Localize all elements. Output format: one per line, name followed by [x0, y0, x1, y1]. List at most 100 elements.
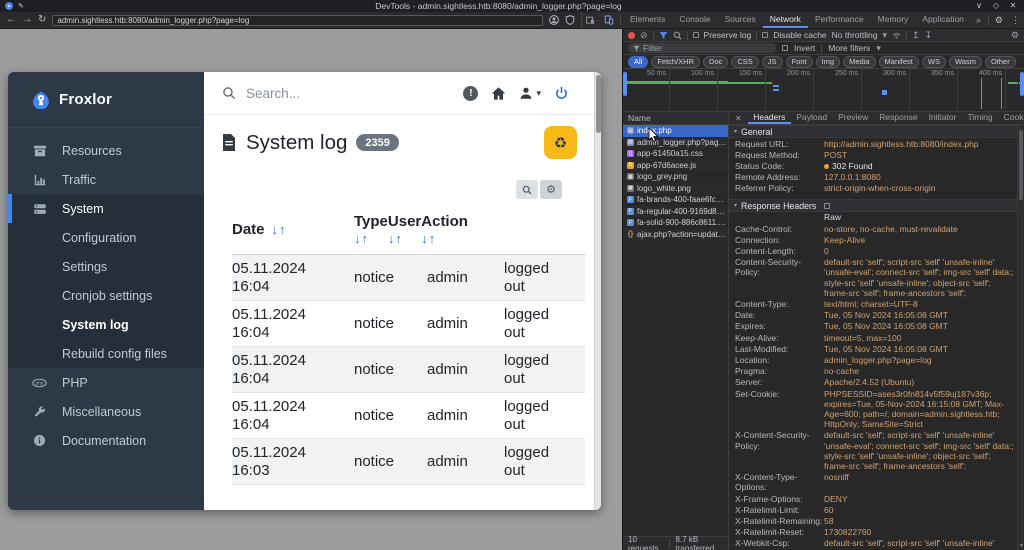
- sidebar-item-configuration[interactable]: Configuration: [8, 223, 204, 252]
- raw-headers-checkbox[interactable]: [824, 203, 830, 210]
- chip-fetch-xhr[interactable]: Fetch/XHR: [651, 55, 701, 68]
- filter-input[interactable]: Filter: [628, 43, 776, 53]
- network-conditions-icon[interactable]: [892, 31, 901, 40]
- minimize-button[interactable]: ∨: [973, 2, 985, 10]
- request-row[interactable]: ▦ logo_grey.png: [623, 171, 728, 183]
- filter-icon[interactable]: [659, 31, 668, 40]
- record-icon[interactable]: [628, 31, 635, 39]
- network-search-icon[interactable]: [673, 31, 682, 40]
- page-scrollbar[interactable]: [594, 72, 601, 510]
- chip-doc[interactable]: Doc: [703, 55, 729, 68]
- sidebar-item-resources[interactable]: Resources: [8, 136, 204, 165]
- chip-media[interactable]: Media: [843, 55, 876, 68]
- sidebar-item-system[interactable]: System: [8, 194, 204, 223]
- details-tab-response[interactable]: Response: [874, 112, 923, 124]
- close-details-icon[interactable]: ✕: [729, 112, 748, 124]
- request-row[interactable]: Ffa-brands-400-faae6fc0.woff2: [623, 194, 728, 206]
- chip-ws[interactable]: WS: [921, 55, 946, 68]
- request-row[interactable]: {} app-61450a15.css: [623, 148, 728, 160]
- sidebar-item-cronjob-settings[interactable]: Cronjob settings: [8, 281, 204, 310]
- more-filters-button[interactable]: More filters: [828, 43, 870, 53]
- scroll-down-arrow-icon[interactable]: ▼: [1018, 543, 1024, 549]
- throttling-select[interactable]: No throttling: [832, 30, 878, 40]
- devtools-tab-elements[interactable]: Elements: [623, 12, 672, 28]
- devtools-tab-application[interactable]: Application: [915, 12, 971, 28]
- devtools-menu-icon[interactable]: ⋮: [1007, 12, 1024, 28]
- details-tab-preview[interactable]: Preview: [833, 112, 874, 124]
- sort-arrows[interactable]: ↓↑: [354, 231, 388, 246]
- url-bar[interactable]: admin.sightless.htb:8080/admin_logger.ph…: [52, 14, 543, 26]
- request-row[interactable]: Ffa-solid-900-886c8611.woff2: [623, 217, 728, 229]
- user-menu[interactable]: ▾: [519, 86, 541, 100]
- request-row[interactable]: {}ajax.php?action=updatechec...: [623, 228, 728, 240]
- chip-font[interactable]: Font: [785, 55, 813, 68]
- import-har-icon[interactable]: ↥: [912, 30, 920, 40]
- sidebar-item-traffic[interactable]: Traffic: [8, 165, 204, 194]
- network-overview[interactable]: 50 ms 100 ms 150 ms 200 ms 250 ms 300 ms 350 m…: [623, 69, 1024, 112]
- more-tabs-icon[interactable]: »: [971, 12, 986, 28]
- details-scrollbar[interactable]: ▼: [1017, 125, 1024, 550]
- general-section-header[interactable]: ▾ General: [729, 125, 1017, 138]
- sidebar-item-rebuild-config-files[interactable]: Rebuild config files: [8, 339, 204, 368]
- sidebar-item-php[interactable]: php PHP: [8, 368, 204, 397]
- chip-all[interactable]: All: [628, 55, 649, 68]
- table-settings-button[interactable]: ⚙: [540, 180, 562, 199]
- request-row[interactable]: ▦ logo_white.png: [623, 182, 728, 194]
- maximize-button[interactable]: ◇: [990, 2, 1002, 10]
- details-tab-timing[interactable]: Timing: [962, 112, 998, 124]
- sort-arrows[interactable]: ↓↑: [388, 231, 421, 246]
- sidebar-item-miscellaneous[interactable]: Miscellaneous: [8, 397, 204, 426]
- devtools-tab-performance[interactable]: Performance: [808, 12, 871, 28]
- details-tab-payload[interactable]: Payload: [791, 112, 833, 124]
- details-tab-initiator[interactable]: Initiator: [923, 112, 962, 124]
- chip-manifest[interactable]: Manifest: [878, 55, 919, 68]
- name-column-header[interactable]: Name: [623, 112, 728, 125]
- account-icon[interactable]: [565, 15, 575, 25]
- clear-icon[interactable]: ⊘: [640, 30, 648, 40]
- devtools-tab-memory[interactable]: Memory: [871, 12, 916, 28]
- reload-icon[interactable]: ↻: [38, 15, 46, 25]
- close-button[interactable]: ✕: [1007, 2, 1019, 10]
- network-settings-icon[interactable]: ⚙: [1011, 30, 1019, 40]
- sidebar-item-documentation[interactable]: Documentation: [8, 426, 204, 455]
- sidebar-item-settings[interactable]: Settings: [8, 252, 204, 281]
- home-icon[interactable]: [491, 86, 506, 101]
- overview-right-handle[interactable]: [1020, 72, 1024, 96]
- devtools-tab-console[interactable]: Console: [672, 12, 717, 28]
- disable-cache-checkbox[interactable]: [762, 32, 769, 38]
- request-row[interactable]: ▤admin_logger.php?page=log: [623, 136, 728, 148]
- sort-arrows[interactable]: ↓↑: [421, 231, 468, 246]
- chip-css[interactable]: CSS: [731, 55, 759, 68]
- alert-icon[interactable]: !: [463, 85, 479, 101]
- devtools-tab-sources[interactable]: Sources: [718, 12, 763, 28]
- chip-other[interactable]: Other: [984, 55, 1016, 68]
- logout-power-icon[interactable]: [554, 86, 569, 101]
- request-row[interactable]: ▤ index.php: [623, 125, 728, 137]
- chip-wasm[interactable]: Wasm: [948, 55, 982, 68]
- invert-checkbox[interactable]: [782, 45, 788, 51]
- chip-js[interactable]: JS: [761, 55, 783, 68]
- request-row[interactable]: Sapp-67d6acee.js: [623, 159, 728, 171]
- inspect-icon[interactable]: [582, 12, 600, 28]
- truncate-log-button[interactable]: ♻: [544, 126, 577, 159]
- profile-icon[interactable]: [549, 15, 559, 25]
- request-row[interactable]: Ffa-regular-400-9169d8be.wo...: [623, 205, 728, 217]
- back-icon[interactable]: ←: [6, 15, 16, 25]
- page-scrollbar-thumb[interactable]: [596, 75, 601, 133]
- sidebar-item-system-log[interactable]: System log: [8, 310, 204, 339]
- forward-icon[interactable]: →: [22, 15, 32, 25]
- details-tab-headers[interactable]: Headers: [747, 112, 791, 124]
- export-har-icon[interactable]: ↧: [925, 30, 933, 40]
- chip-img[interactable]: Img: [815, 55, 841, 68]
- response-headers-section-header[interactable]: ▾ Response Headers: [729, 199, 1017, 213]
- devtools-settings-icon[interactable]: ⚙: [991, 12, 1007, 28]
- device-toolbar-icon[interactable]: [600, 12, 618, 28]
- overview-left-handle[interactable]: [623, 72, 627, 96]
- details-tab-cookies[interactable]: Cookies: [998, 112, 1024, 124]
- details-scrollbar-thumb[interactable]: [1019, 130, 1023, 200]
- sort-arrows[interactable]: ↓↑: [272, 222, 287, 237]
- brand[interactable]: Froxlor: [8, 72, 204, 128]
- table-search-button[interactable]: [516, 180, 538, 199]
- devtools-tab-network[interactable]: Network: [762, 12, 808, 28]
- preserve-log-checkbox[interactable]: [692, 32, 699, 38]
